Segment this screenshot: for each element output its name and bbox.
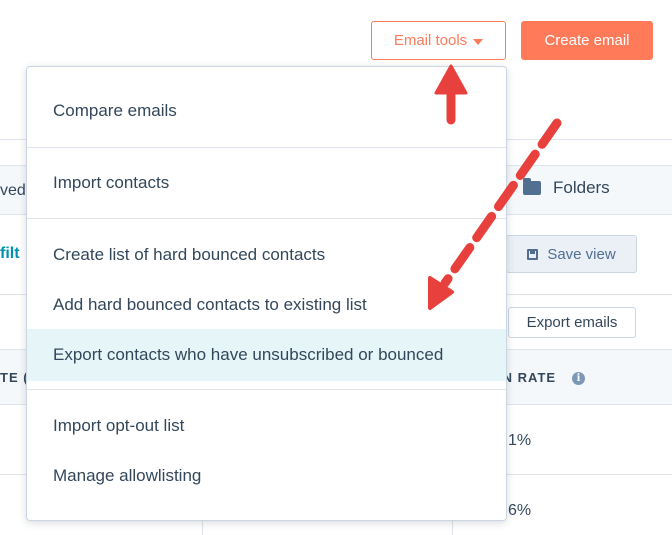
annotation-arrows xyxy=(428,64,562,310)
dashed-arrow-icon xyxy=(428,118,562,310)
solid-arrow-up-icon xyxy=(434,64,468,125)
